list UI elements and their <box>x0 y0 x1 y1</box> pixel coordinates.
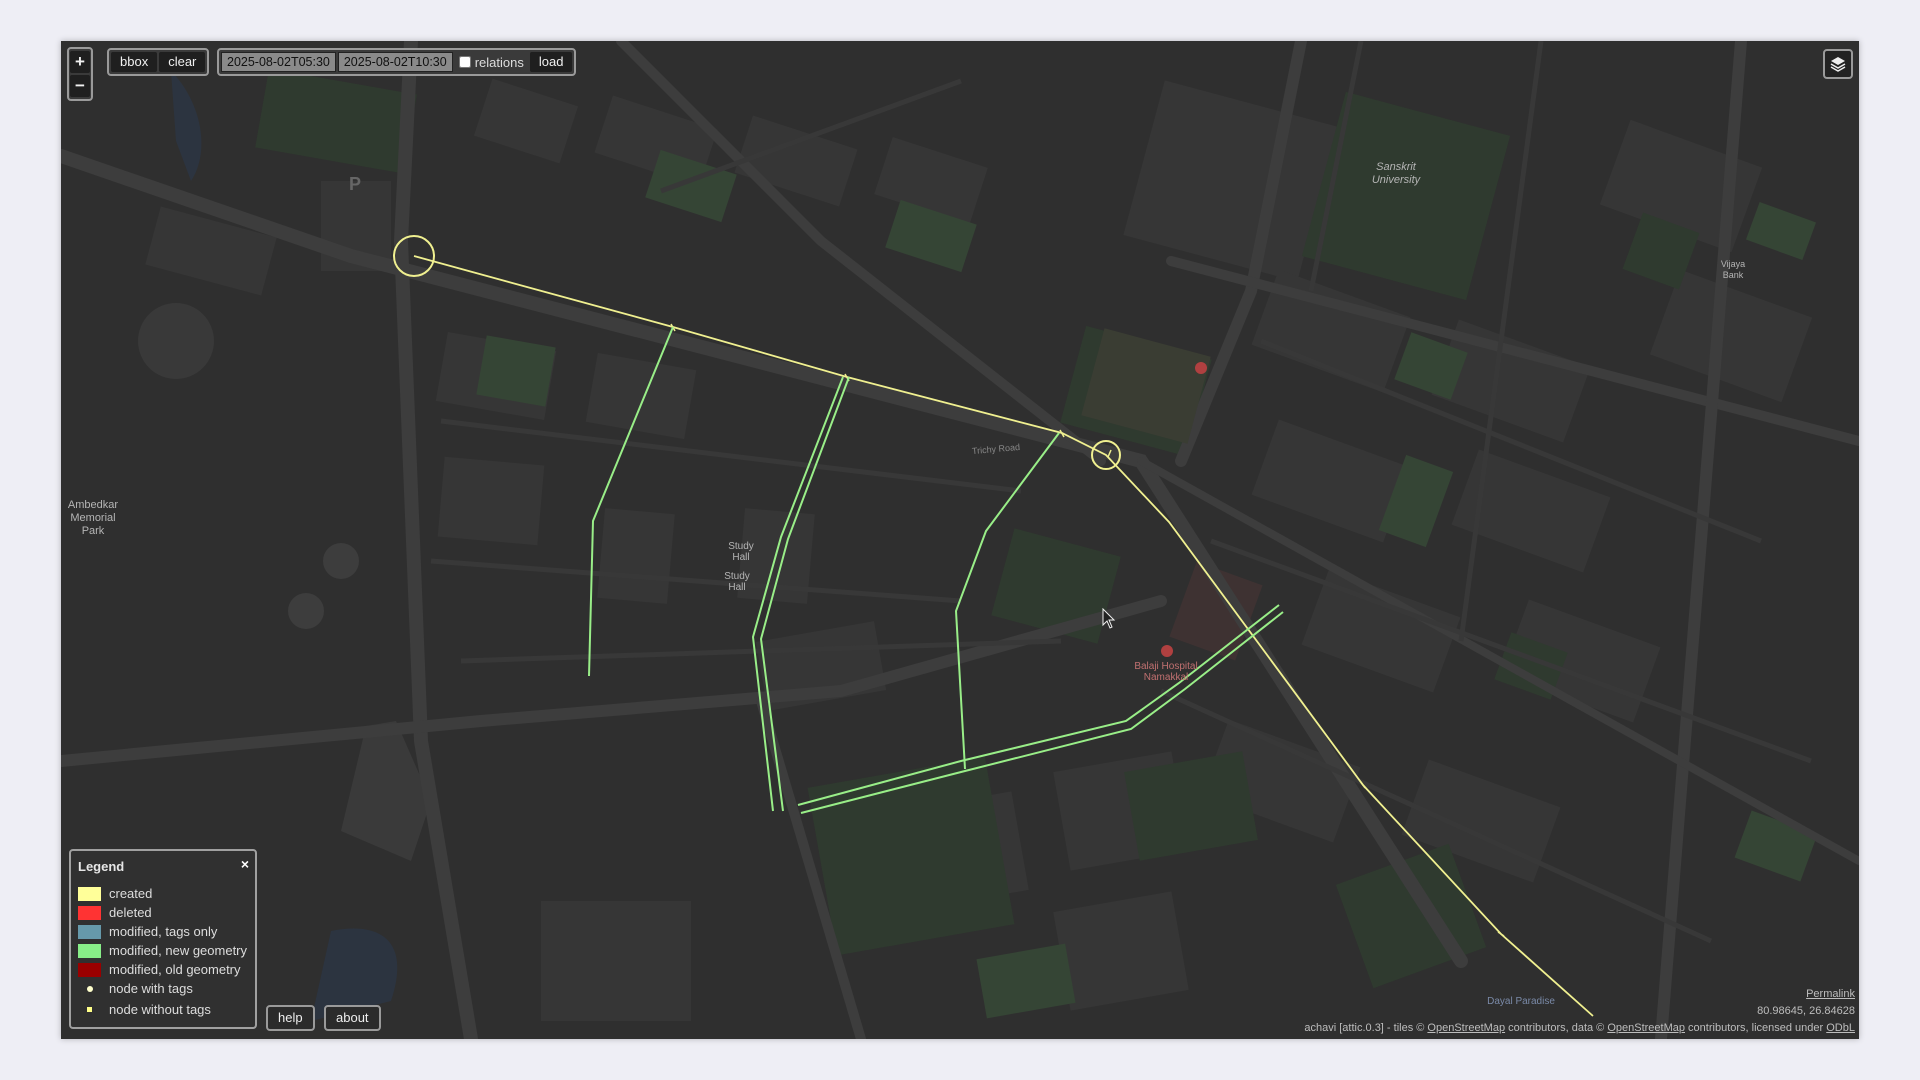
relations-toggle[interactable]: relations <box>455 55 528 70</box>
bbox-control: bbox clear <box>107 48 210 76</box>
legend-close-icon[interactable]: × <box>241 856 249 872</box>
coordinates-readout: 80.98645, 26.84628 <box>1757 1005 1855 1017</box>
bbox-button[interactable]: bbox <box>111 52 158 72</box>
attribution-text: contributors, licensed under <box>1685 1022 1827 1034</box>
osm-link-2[interactable]: OpenStreetMap <box>1607 1022 1685 1034</box>
parking-icon: P <box>349 174 361 194</box>
legend-dot <box>87 1007 92 1012</box>
legend-item-node-tags: node with tags <box>78 981 193 996</box>
legend-label: modified, old geometry <box>109 962 241 977</box>
legend-swatch <box>78 924 101 939</box>
relations-checkbox[interactable] <box>458 56 471 68</box>
permalink-link[interactable]: Permalink <box>1806 988 1855 1000</box>
legend-item-deleted: deleted <box>78 905 152 920</box>
time-range-control: 2025-08-02T05:30 2025-08-02T10:30 relati… <box>217 48 577 76</box>
map-tiles: P <box>61 41 1859 1039</box>
start-time-input[interactable]: 2025-08-02T05:30 <box>221 52 336 72</box>
osm-link[interactable]: OpenStreetMap <box>1427 1022 1505 1034</box>
map-label-university: Sanskrit University <box>1371 161 1421 186</box>
legend-swatch <box>78 905 101 920</box>
mouse-cursor-icon <box>1102 608 1116 629</box>
load-button[interactable]: load <box>529 52 573 72</box>
odbl-link[interactable]: ODbL <box>1826 1022 1855 1034</box>
help-button[interactable]: help <box>266 1005 315 1031</box>
legend-title: Legend <box>78 859 125 874</box>
attribution-text: contributors, data © <box>1505 1022 1608 1034</box>
map-label-study-hall-1: Study Hall <box>728 541 754 563</box>
legend-dot <box>86 985 93 992</box>
legend-label: deleted <box>109 905 152 920</box>
legend-swatch <box>78 962 101 977</box>
legend-label: node with tags <box>109 981 193 996</box>
legend-label: created <box>109 886 153 901</box>
end-time-input[interactable]: 2025-08-02T10:30 <box>337 52 453 72</box>
legend-label: node without tags <box>109 1002 211 1017</box>
legend-label: modified, new geometry <box>109 943 248 958</box>
map-label-bank: Vijaya Bank <box>1720 259 1746 280</box>
map-label-study-hall-2: Study Hall <box>724 571 750 593</box>
about-button[interactable]: about <box>324 1005 381 1031</box>
legend-panel: Legend × created deleted modified, tags … <box>69 849 257 1029</box>
legend-label: modified, tags only <box>109 924 218 939</box>
zoom-in-button[interactable]: + <box>70 51 90 73</box>
map-canvas[interactable]: P Ambedkar Memorial Park Sanskrit Univer… <box>61 41 1859 1039</box>
attribution: achavi [attic.0.3] - tiles © OpenStreetM… <box>1304 1022 1855 1034</box>
legend-swatch <box>78 886 101 901</box>
attribution-text: achavi [attic.0.3] - tiles © <box>1304 1022 1428 1034</box>
legend-item-created: created <box>78 886 152 901</box>
map-label-park: Ambedkar Memorial Park <box>67 499 119 537</box>
legend-item-old-geometry: modified, old geometry <box>78 962 241 977</box>
layer-switcher-button[interactable] <box>1823 49 1853 79</box>
clear-button[interactable]: clear <box>159 52 206 72</box>
legend-item-node-no-tags: node without tags <box>78 1002 211 1017</box>
map-label-paradise: Dayal Paradise <box>1487 996 1555 1007</box>
zoom-control: + − <box>67 47 93 101</box>
legend-item-modified-tags: modified, tags only <box>78 924 217 939</box>
map-label-hospital: Balaji Hospital Namakkal <box>1134 661 1198 683</box>
layers-icon <box>1830 57 1846 72</box>
zoom-out-button[interactable]: − <box>70 75 90 97</box>
legend-item-new-geometry: modified, new geometry <box>78 943 247 958</box>
legend-swatch <box>78 943 101 958</box>
relations-label: relations <box>474 54 524 70</box>
